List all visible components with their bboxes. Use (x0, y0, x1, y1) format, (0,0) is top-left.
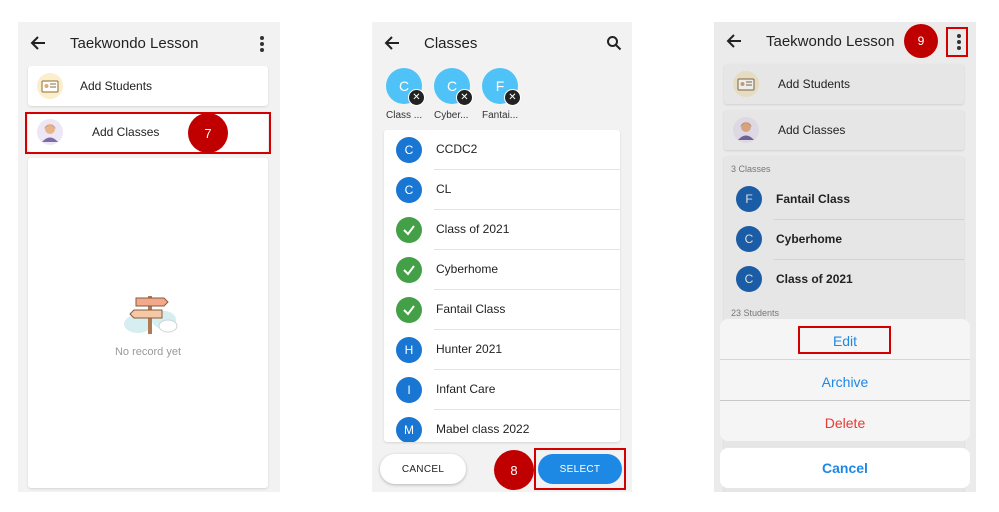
back-arrow-icon[interactable] (726, 33, 742, 49)
back-arrow-icon[interactable] (30, 35, 46, 51)
check-icon (396, 217, 422, 243)
selected-chip-fantail-class: F ✕ (482, 68, 521, 106)
class-name: Cyberhome (776, 232, 843, 246)
remove-chip-icon[interactable]: ✕ (504, 89, 521, 106)
app-bar: Classes (372, 22, 632, 64)
list-item[interactable]: C Cyberhome (724, 220, 964, 260)
add-classes-highlight (25, 112, 271, 154)
class-name: Cyberhome (436, 262, 499, 276)
add-students-item[interactable]: Add Students (724, 64, 964, 104)
app-bar: Taekwondo Lesson (18, 22, 280, 64)
check-icon (396, 257, 422, 283)
select-button-highlight (534, 448, 626, 490)
page-title: Taekwondo Lesson (766, 33, 895, 50)
step-marker-9: 9 (904, 24, 938, 58)
list-item[interactable]: I Infant Care (384, 370, 620, 410)
search-icon[interactable] (606, 35, 622, 51)
more-options-highlight (946, 27, 968, 57)
class-name: Class of 2021 (776, 272, 853, 286)
class-name: Fantail Class (776, 192, 851, 206)
person-avatar-icon (733, 117, 759, 143)
list-item[interactable]: H Hunter 2021 (384, 330, 620, 370)
chip-label: Fantai... (482, 110, 519, 121)
back-arrow-icon[interactable] (384, 35, 400, 51)
add-classes-label: Add Classes (778, 123, 846, 137)
selected-chip-class-of-2021: C ✕ (386, 68, 425, 106)
chip-label: Cyber... (434, 110, 469, 121)
class-name: Fantail Class (436, 302, 506, 316)
list-item[interactable]: Class of 2021 (384, 210, 620, 250)
selected-chip-cyberhome: C ✕ (434, 68, 473, 106)
id-card-icon (37, 73, 63, 99)
class-name: CCDC2 (436, 142, 478, 156)
cancel-label: Cancel (822, 460, 868, 476)
class-avatar: I (396, 377, 422, 403)
app-bar: Taekwondo Lesson 9 (714, 22, 976, 64)
cancel-sheet-button[interactable]: Cancel (720, 448, 970, 488)
class-name: Hunter 2021 (436, 342, 503, 356)
class-name: Infant Care (436, 382, 496, 396)
archive-option[interactable]: Archive (720, 374, 970, 390)
check-icon (396, 297, 422, 323)
chip-letter: F (495, 78, 505, 94)
remove-chip-icon[interactable]: ✕ (456, 89, 473, 106)
more-options-icon[interactable] (260, 36, 264, 54)
page-title: Taekwondo Lesson (70, 35, 199, 52)
list-item[interactable]: C Class of 2021 (724, 260, 964, 300)
class-list: C CCDC2 C CL Class of 2021 Cyberhome Fan… (384, 130, 620, 442)
class-name: Class of 2021 (436, 222, 510, 236)
delete-option[interactable]: Delete (720, 415, 970, 431)
add-students-label: Add Students (80, 79, 153, 93)
cancel-button[interactable]: CANCEL (380, 454, 466, 484)
class-name: Mabel class 2022 (436, 422, 530, 436)
page-title: Classes (424, 35, 478, 52)
list-item[interactable]: Fantail Class (384, 290, 620, 330)
taekwondo-lesson-screen: Taekwondo Lesson Add Students Add Classe… (18, 22, 280, 492)
add-classes-item[interactable]: Add Classes (724, 110, 964, 150)
edit-option-highlight (798, 326, 891, 354)
class-name: CL (436, 182, 452, 196)
list-item[interactable]: C CL (384, 170, 620, 210)
classes-count-header: 3 Classes (731, 164, 771, 174)
list-item[interactable]: C CCDC2 (384, 130, 620, 170)
class-avatar: C (736, 226, 762, 252)
signpost-illustration-icon (124, 296, 178, 334)
list-item[interactable]: M Mabel class 2022 (384, 410, 620, 442)
add-students-label: Add Students (778, 77, 851, 91)
chip-letter: C (398, 78, 410, 94)
class-avatar: F (736, 186, 762, 212)
empty-state-card: No record yet (28, 158, 268, 488)
add-students-item[interactable]: Add Students (28, 66, 268, 106)
step-marker-7: 7 (188, 113, 228, 153)
class-avatar: C (736, 266, 762, 292)
id-card-icon (733, 71, 759, 97)
empty-state-text: No record yet (114, 346, 182, 358)
classes-picker-screen: Classes C ✕ Class ... C ✕ Cyber... F ✕ F… (372, 22, 632, 492)
step-marker-8: 8 (494, 450, 534, 490)
class-avatar: H (396, 337, 422, 363)
chip-letter: C (446, 78, 458, 94)
students-count-header: 23 Students (731, 308, 780, 318)
list-item[interactable]: F Fantail Class (724, 180, 964, 220)
list-item[interactable]: Cyberhome (384, 250, 620, 290)
class-avatar: C (396, 177, 422, 203)
class-avatar: C (396, 137, 422, 163)
class-avatar: M (396, 417, 422, 442)
chip-label: Class ... (386, 110, 423, 121)
remove-chip-icon[interactable]: ✕ (408, 89, 425, 106)
lesson-options-screen: Taekwondo Lesson 9 Add Students Add Clas… (714, 22, 976, 492)
